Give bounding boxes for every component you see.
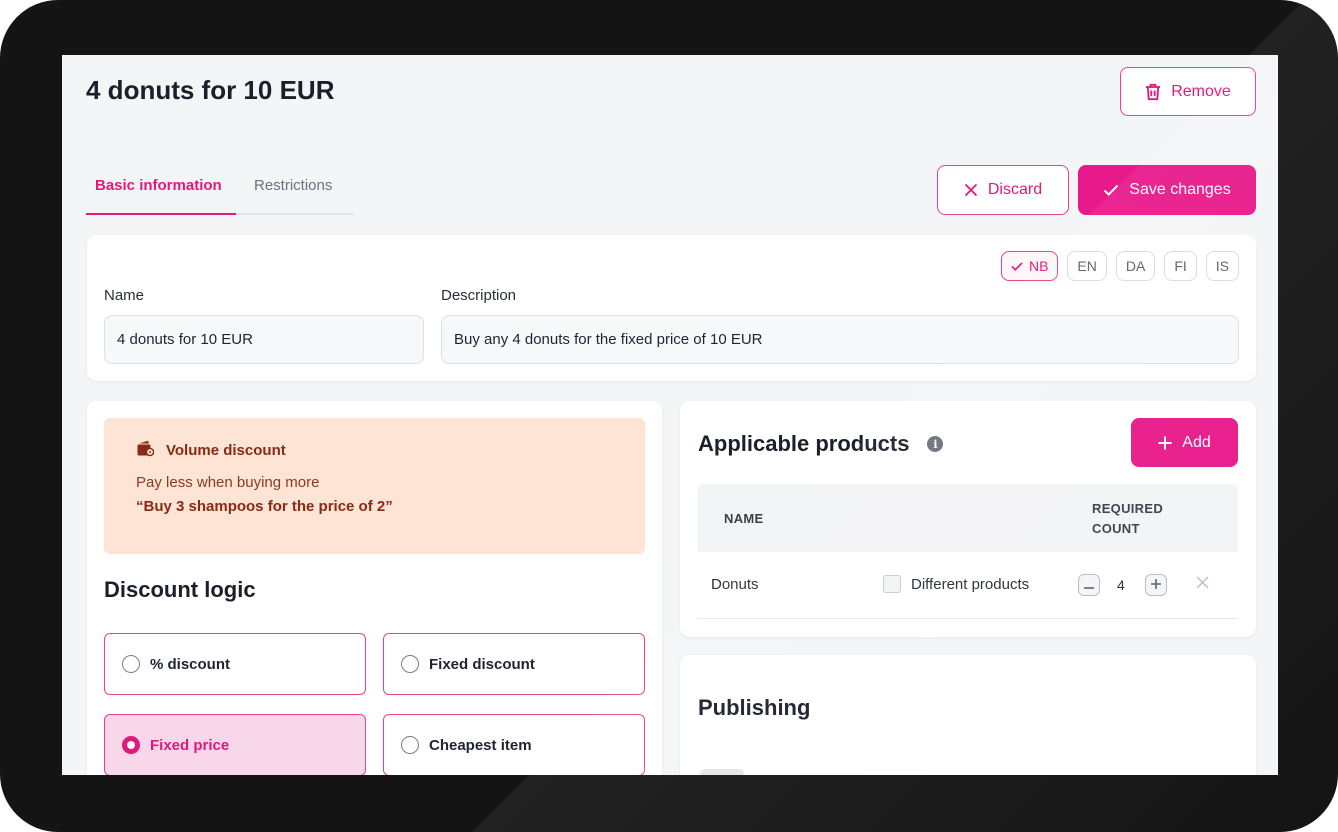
app-screen: 4 donuts for 10 EUR Remove Basic informa… <box>62 55 1278 775</box>
language-code: EN <box>1077 258 1097 274</box>
language-chip-fi[interactable]: FI <box>1164 251 1197 281</box>
publishing-card: Publishing <box>680 655 1256 775</box>
discard-button-label: Discard <box>987 181 1043 198</box>
language-selector: NB EN DA FI IS <box>1000 251 1239 281</box>
option-label: Fixed discount <box>429 655 535 673</box>
save-changes-button[interactable]: Save changes <box>1078 165 1256 215</box>
decrement-button[interactable] <box>1078 574 1100 596</box>
discount-logic-card: Volume discount Pay less when buying mor… <box>87 401 662 775</box>
active-tab-indicator <box>86 213 236 215</box>
checkmark-icon <box>1011 258 1023 274</box>
checkmark-icon <box>1103 184 1119 196</box>
volume-discount-banner: Volume discount Pay less when buying mor… <box>104 418 645 554</box>
device-frame: 4 donuts for 10 EUR Remove Basic informa… <box>0 0 1338 832</box>
name-label: Name <box>104 287 145 304</box>
language-code: NB <box>1028 258 1049 274</box>
publishing-title: Publishing <box>698 695 811 720</box>
language-chip-en[interactable]: EN <box>1067 251 1107 281</box>
option-percent-discount[interactable]: % discount <box>104 633 366 695</box>
page-title: 4 donuts for 10 EUR <box>86 75 335 105</box>
basic-info-card: NB EN DA FI IS Name 4 donuts for 10 EUR … <box>87 235 1256 381</box>
promo-title-text: Volume discount <box>166 442 286 459</box>
increment-button[interactable] <box>1145 574 1167 596</box>
language-chip-da[interactable]: DA <box>1115 251 1156 281</box>
product-name: Donuts <box>711 576 759 593</box>
promo-title: Volume discount <box>136 440 286 461</box>
remove-button[interactable]: Remove <box>1120 67 1256 116</box>
radio-button <box>401 736 419 754</box>
info-icon[interactable]: i <box>927 436 944 452</box>
tab-bar: Basic information Restrictions <box>86 173 354 215</box>
close-icon <box>964 183 978 197</box>
publishing-toggle[interactable] <box>700 769 744 775</box>
add-product-button[interactable]: Add <box>1131 418 1238 467</box>
applicable-products-header: Applicable products i <box>698 431 944 457</box>
applicable-products-title: Applicable products <box>698 431 910 456</box>
description-input[interactable]: Buy any 4 donuts for the fixed price of … <box>441 315 1239 364</box>
option-fixed-discount[interactable]: Fixed discount <box>383 633 645 695</box>
language-code: IS <box>1215 258 1229 274</box>
applicable-products-card: Applicable products i Add NAME REQUIRED … <box>680 401 1256 637</box>
tab-restrictions[interactable]: Restrictions <box>254 177 332 194</box>
promo-subtitle: Pay less when buying more <box>136 474 320 491</box>
option-label: Fixed price <box>150 736 230 754</box>
language-code: FI <box>1174 258 1187 274</box>
language-chip-nb[interactable]: NB <box>1000 251 1059 281</box>
trash-icon <box>1145 83 1161 101</box>
plus-icon <box>1151 576 1161 594</box>
language-chip-is[interactable]: IS <box>1205 251 1239 281</box>
radio-button <box>122 655 140 673</box>
different-products-checkbox[interactable] <box>883 575 901 593</box>
remove-button-label: Remove <box>1171 82 1231 100</box>
products-table-header: NAME REQUIRED COUNT <box>697 484 1238 552</box>
language-code: DA <box>1125 258 1146 274</box>
option-label: Cheapest item <box>429 736 532 754</box>
option-cheapest-item[interactable]: Cheapest item <box>383 714 645 775</box>
required-count-value: 4 <box>1117 577 1125 593</box>
different-products-label: Different products <box>911 576 1030 593</box>
wallet-icon <box>136 440 155 461</box>
radio-button-selected <box>122 736 140 754</box>
save-button-label: Save changes <box>1129 181 1231 198</box>
description-label: Description <box>441 287 517 304</box>
name-input[interactable]: 4 donuts for 10 EUR <box>104 315 424 364</box>
discard-button[interactable]: Discard <box>937 165 1069 215</box>
close-icon <box>1195 576 1209 594</box>
column-header-required-count: REQUIRED COUNT <box>1092 501 1164 536</box>
radio-button <box>401 655 419 673</box>
discount-logic-title: Discount logic <box>104 577 256 602</box>
remove-product-button[interactable] <box>1192 575 1212 595</box>
option-fixed-price[interactable]: Fixed price <box>104 714 366 775</box>
option-label: % discount <box>150 655 231 673</box>
add-button-label: Add <box>1182 433 1211 451</box>
tab-basic-information[interactable]: Basic information <box>95 177 222 194</box>
table-row: Donuts Different products 4 <box>697 552 1238 619</box>
minus-icon <box>1084 576 1094 594</box>
promo-example: “Buy 3 shampoos for the price of 2” <box>136 498 393 515</box>
column-header-name: NAME <box>724 511 764 526</box>
plus-icon <box>1158 436 1172 450</box>
